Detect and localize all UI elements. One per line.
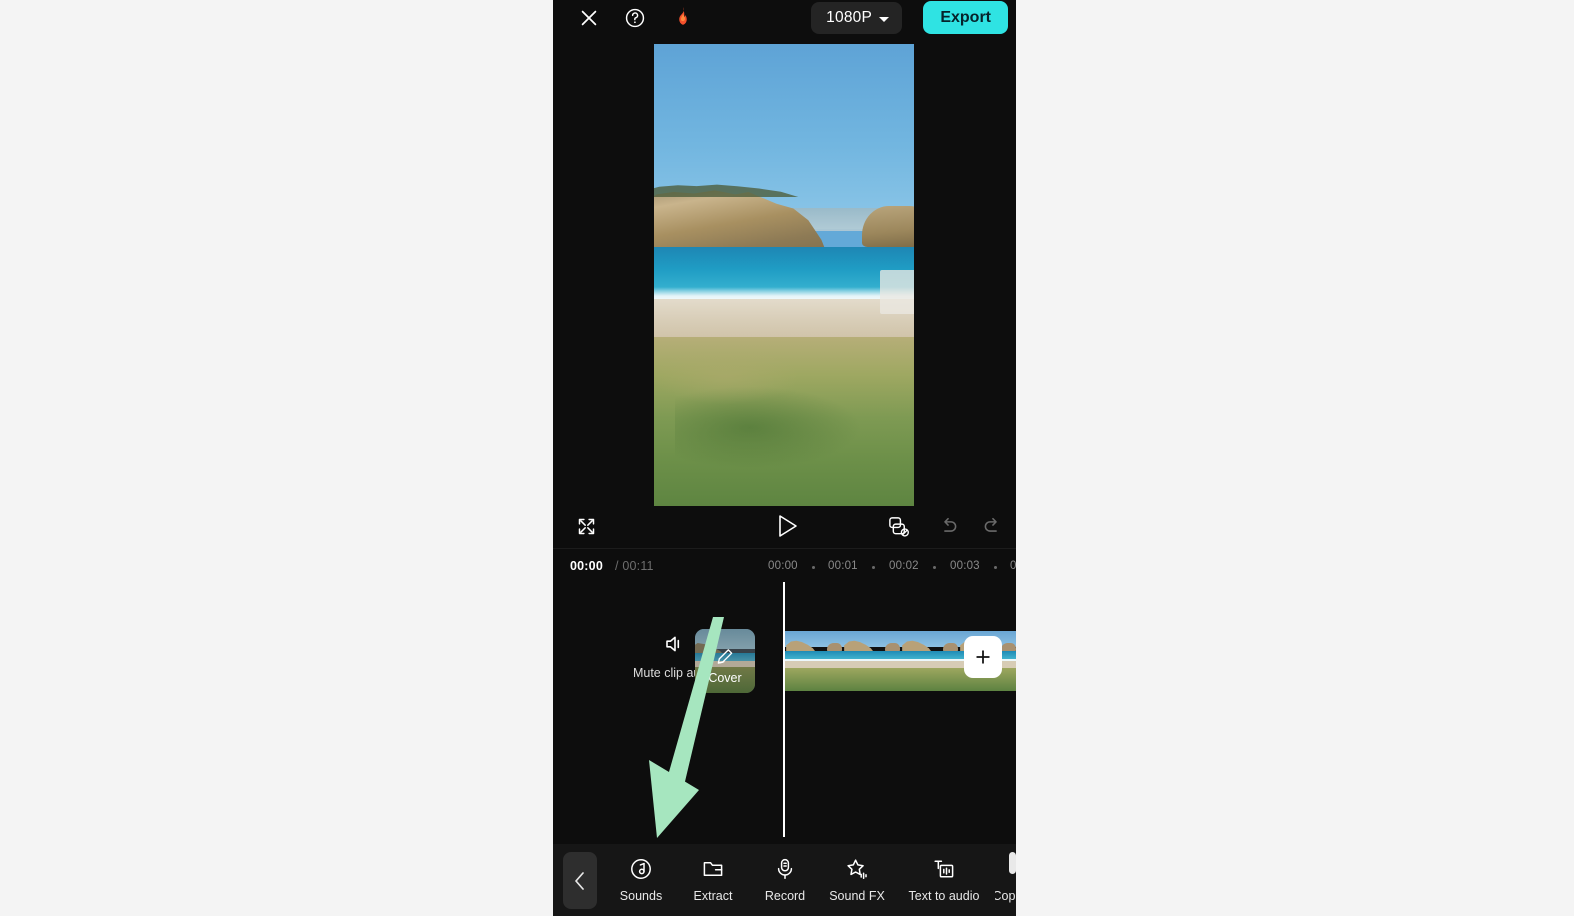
top-bar: 1080P Export (553, 0, 1016, 35)
toolbar-item-sound-fx[interactable]: Sound FX (821, 844, 893, 916)
toolbar-label-text-to-audio: Text to audio (908, 889, 980, 903)
video-editor-app: 1080P Export 00:00 / 00:11 00:00 00:01 0… (553, 0, 1016, 916)
resolution-selector[interactable]: 1080P (811, 2, 902, 34)
toolbar-label-extract: Extract (693, 889, 733, 903)
timeline-ruler[interactable]: 00:00 00:01 00:02 00:03 0 (553, 560, 1016, 576)
ruler-label-4: 0 (1010, 560, 1016, 572)
music-note-circle-icon (629, 857, 653, 881)
star-sound-icon (845, 857, 869, 881)
timeline-panel: 00:00 / 00:11 00:00 00:01 00:02 00:03 0 (553, 548, 1016, 844)
redo-icon[interactable] (977, 511, 1007, 541)
clip-frame (785, 631, 843, 691)
ruler-label-2: 00:02 (889, 560, 919, 572)
close-icon[interactable] (572, 1, 606, 35)
export-label: Export (940, 8, 991, 26)
fullscreen-icon[interactable] (571, 511, 601, 541)
video-preview[interactable] (654, 44, 914, 506)
export-button[interactable]: Export (923, 1, 1008, 34)
toolbar-item-sounds[interactable]: Sounds (605, 844, 677, 916)
undo-icon[interactable] (934, 511, 964, 541)
ruler-tick-dot (933, 566, 936, 569)
toolbar-back-button[interactable] (563, 852, 597, 909)
preview-overlay-chip (879, 270, 914, 315)
text-to-audio-icon (932, 857, 956, 881)
ruler-label-1: 00:01 (828, 560, 858, 572)
ruler-tick-dot (872, 566, 875, 569)
preview-area (553, 35, 1016, 506)
toolbar-item-record[interactable]: Record (749, 844, 821, 916)
toolbar-scroll-indicator[interactable] (1009, 852, 1016, 874)
playhead[interactable] (783, 582, 785, 837)
screenshot-root: 1080P Export 00:00 / 00:11 00:00 00:01 0… (0, 0, 1574, 916)
microphone-icon (773, 857, 797, 881)
video-dry-grass (654, 348, 797, 405)
no-duplicate-icon[interactable] (883, 511, 913, 541)
clip-frame (901, 631, 959, 691)
ruler-tick-dot (812, 566, 815, 569)
toolbar-item-text-to-audio[interactable]: Text to audio (893, 844, 995, 916)
clip-frame (843, 631, 901, 691)
toolbar-label-copyright: Cop (995, 889, 1016, 903)
toolbar-label-sound-fx: Sound FX (829, 889, 885, 903)
folder-icon (701, 857, 725, 881)
ruler-tick-dot (994, 566, 997, 569)
chevron-down-icon (879, 16, 889, 22)
pencil-icon (716, 647, 735, 671)
cover-button[interactable]: Cover (695, 629, 755, 693)
bottom-toolbar: Sounds Extract Record Sound FX Text to a… (553, 844, 1016, 916)
resolution-label: 1080P (826, 9, 872, 26)
toolbar-item-extract[interactable]: Extract (677, 844, 749, 916)
ruler-label-3: 00:03 (950, 560, 980, 572)
ruler-label-0: 00:00 (768, 560, 798, 572)
flame-icon[interactable] (666, 1, 700, 35)
cover-label: Cover (708, 671, 742, 685)
toolbar-label-record: Record (764, 889, 806, 903)
player-controls (553, 503, 1016, 548)
play-icon[interactable] (771, 510, 803, 542)
add-media-button[interactable] (964, 636, 1002, 678)
toolbar-label-sounds: Sounds (619, 889, 663, 903)
toolbar-items: Sounds Extract Record Sound FX Text to a… (605, 844, 1016, 916)
help-circle-icon[interactable] (618, 1, 652, 35)
